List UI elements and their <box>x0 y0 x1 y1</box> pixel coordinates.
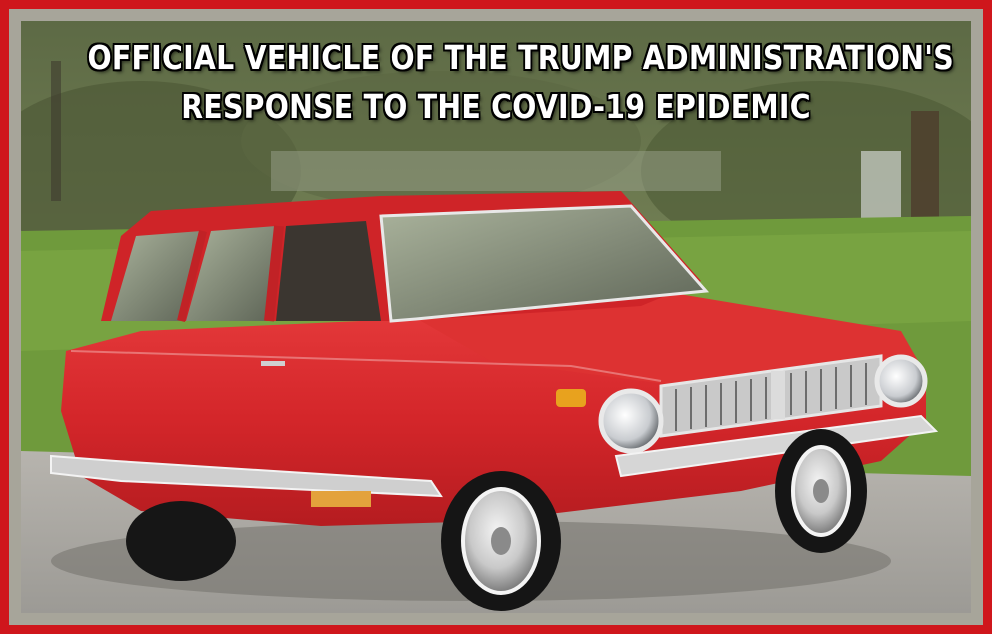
caption-line-2: RESPONSE TO THE COVID-19 EPIDEMIC <box>181 87 811 126</box>
meme-photo: OFFICIAL VEHICLE OF THE TRUMP ADMINISTRA… <box>21 21 971 613</box>
caption-line-1: OFFICIAL VEHICLE OF THE TRUMP ADMINISTRA… <box>87 38 954 77</box>
meme-caption: OFFICIAL VEHICLE OF THE TRUMP ADMINISTRA… <box>87 33 954 131</box>
